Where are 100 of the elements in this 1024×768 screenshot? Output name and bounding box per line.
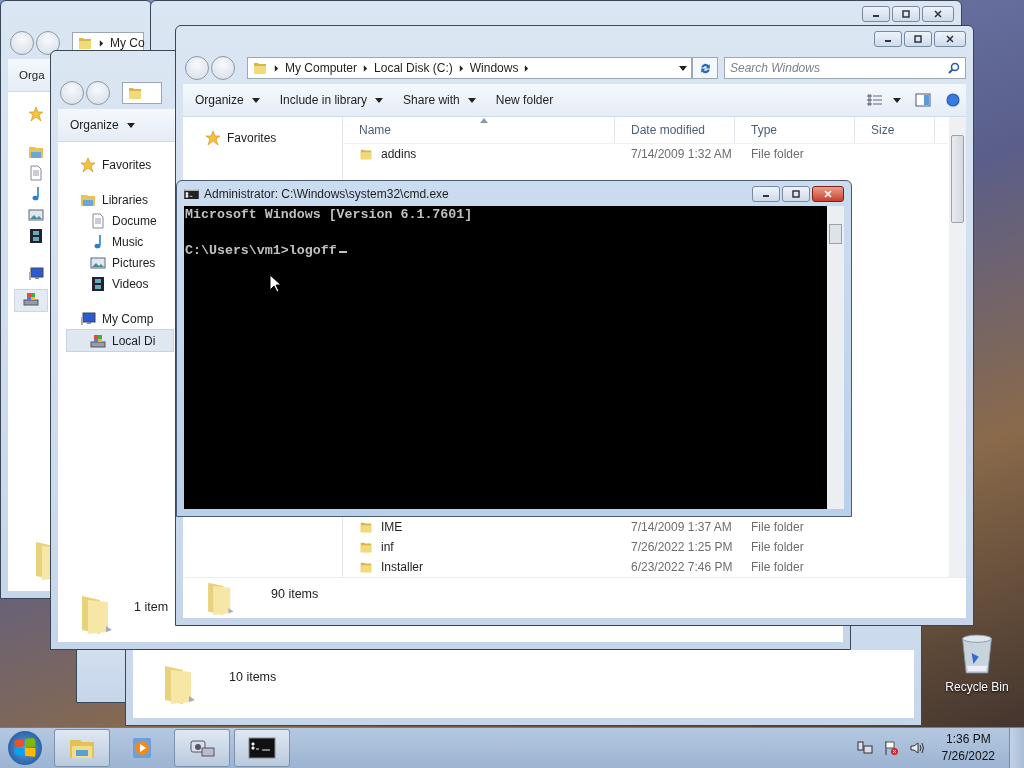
caret-icon	[251, 97, 260, 103]
picture-icon	[28, 207, 44, 223]
help-icon	[945, 93, 961, 107]
library-icon	[28, 144, 44, 160]
file-name[interactable]: addins	[343, 147, 615, 161]
maximize-button[interactable]	[904, 31, 932, 47]
breadcrumb-arrow-icon	[363, 64, 369, 72]
file-name[interactable]: inf	[343, 540, 615, 554]
organize-menu[interactable]: Organize	[62, 114, 143, 136]
caret-icon	[126, 122, 135, 128]
close-icon	[945, 35, 955, 43]
forward-button[interactable]	[211, 56, 235, 80]
selected-row[interactable]	[14, 289, 48, 312]
address-bar[interactable]	[122, 82, 162, 104]
text-cursor	[339, 251, 347, 253]
table-cell-text: File folder	[750, 560, 805, 574]
close-button[interactable]	[922, 6, 954, 22]
column-header[interactable]: Size	[855, 117, 935, 143]
console-icon	[248, 736, 276, 760]
file-name[interactable]: IME	[343, 520, 615, 534]
caret-icon	[467, 97, 476, 103]
nav-item[interactable]: Pictures	[76, 252, 174, 273]
disk-icon	[90, 332, 106, 349]
item-count: 10 items	[229, 670, 277, 684]
nav-item[interactable]: My Comp	[76, 308, 174, 329]
back-button[interactable]	[10, 31, 34, 55]
nav-item[interactable]: Libraries	[76, 189, 174, 210]
maximize-button[interactable]	[782, 185, 810, 202]
folder-icon	[77, 35, 93, 51]
minimize-button[interactable]	[752, 185, 780, 202]
back-button[interactable]	[60, 81, 84, 105]
film-icon	[28, 228, 44, 244]
nav-item[interactable]: Favorites	[76, 154, 174, 175]
document-icon	[90, 212, 106, 229]
picture-icon	[90, 254, 106, 271]
breadcrumb-arrow-icon	[458, 64, 464, 72]
nav-item[interactable]: Music	[76, 231, 174, 252]
refresh-button[interactable]	[692, 57, 718, 79]
table-cell-text: 7/14/2009 1:37 AM	[630, 520, 733, 534]
star-icon	[28, 106, 44, 122]
toolbar-button[interactable]: New folder	[487, 89, 562, 111]
column-header[interactable]: Date modified	[615, 117, 735, 143]
folder-icon	[127, 85, 143, 101]
folder-icon	[359, 520, 373, 534]
console-line: C:\Users\vm1>logoff	[185, 244, 337, 258]
table-cell-text: 6/23/2022 7:46 PM	[630, 560, 734, 574]
item-count: 1 item	[134, 600, 169, 614]
folder-icon	[359, 540, 373, 554]
breadcrumb-arrow-icon	[524, 64, 530, 72]
table-cell-text: File folder	[750, 540, 805, 554]
scrollbar[interactable]	[827, 206, 844, 509]
flag-icon[interactable]	[882, 740, 899, 756]
toolbar-button[interactable]: Include in library	[271, 89, 392, 111]
search-field[interactable]: Search Windows	[724, 57, 966, 79]
film-icon	[90, 275, 106, 292]
toolbar-button[interactable]: Share with	[395, 89, 484, 111]
close-button[interactable]	[934, 31, 966, 47]
show-desktop-button[interactable]	[1009, 728, 1024, 768]
nav-item[interactable]: Favorites	[201, 127, 342, 148]
back-button[interactable]	[185, 56, 209, 80]
computer-icon	[80, 310, 96, 327]
maximize-button[interactable]	[892, 6, 920, 22]
taskbar-button[interactable]	[234, 729, 290, 767]
close-button[interactable]	[812, 185, 844, 202]
desktop-icon[interactable]: Recycle Bin	[942, 632, 1012, 694]
organize-menu[interactable]: Orga	[19, 65, 45, 85]
caret-icon	[679, 65, 687, 71]
forward-button[interactable]	[86, 81, 110, 105]
column-header[interactable]: Type	[735, 117, 855, 143]
start-logo-icon	[8, 731, 42, 765]
console-icon	[184, 188, 199, 199]
caret-icon	[375, 97, 384, 103]
speaker-icon[interactable]	[908, 740, 925, 756]
close-icon	[933, 10, 943, 18]
nav-item[interactable]: Videos	[76, 273, 174, 294]
breadcrumb-arrow-icon	[274, 64, 279, 72]
nav-item[interactable]: Docume	[76, 210, 174, 231]
nav-item[interactable]: Local Di	[66, 329, 174, 352]
table-cell-text: File folder	[750, 520, 805, 534]
table-cell-text: 7/26/2022 1:25 PM	[630, 540, 734, 554]
scrollbar[interactable]	[949, 117, 966, 577]
file-name[interactable]: Installer	[343, 560, 615, 574]
forward-button[interactable]	[36, 31, 60, 55]
maximize-icon	[913, 35, 923, 43]
clock[interactable]: 1:36 PM 7/26/2022	[931, 731, 1005, 765]
table-cell-text: 7/14/2009 1:32 AM	[630, 147, 733, 161]
search-icon	[948, 62, 960, 74]
folder-icon	[359, 560, 373, 574]
refresh-icon	[698, 61, 712, 75]
breadcrumb-arrow-icon	[99, 39, 104, 47]
caret-icon	[893, 97, 901, 103]
network-icon[interactable]	[856, 740, 873, 756]
console-line: Microsoft Windows [Version 6.1.7601]	[185, 208, 473, 222]
star-icon	[80, 156, 96, 173]
address-bar[interactable]: My Computer Local Disk (C:) Windows	[247, 57, 692, 79]
computer-icon	[28, 266, 44, 282]
mouse-pointer-icon	[269, 274, 281, 293]
minimize-button[interactable]	[862, 6, 890, 22]
toolbar-button[interactable]: Organize	[187, 89, 268, 111]
minimize-button[interactable]	[874, 31, 902, 47]
